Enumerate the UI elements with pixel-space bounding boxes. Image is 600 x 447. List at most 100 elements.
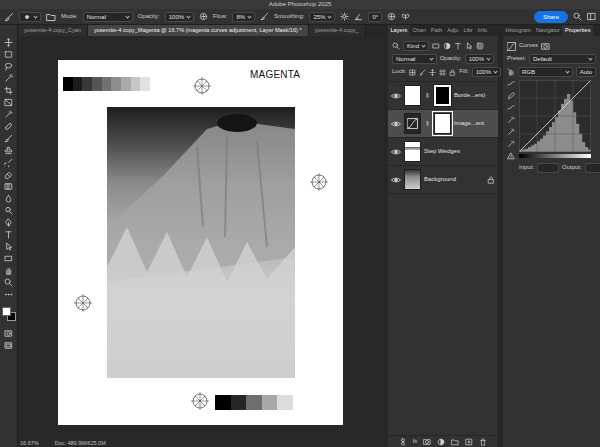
opacity-field[interactable]: 100% (165, 12, 194, 22)
visibility-eye-icon[interactable] (391, 91, 401, 101)
panel-tab[interactable]: Adju (445, 25, 461, 36)
path-select-icon[interactable] (4, 242, 13, 251)
crop-icon[interactable] (4, 86, 13, 95)
black-point-eyedropper-icon[interactable] (507, 116, 515, 124)
new-layer-icon[interactable] (465, 438, 473, 446)
layer-row[interactable]: Borde...ers) (388, 82, 498, 110)
document-tab[interactable]: yosemite-4 copy_ (309, 25, 366, 36)
brush-tool-icon[interactable] (4, 12, 14, 22)
preset-dropdown[interactable]: Default (529, 54, 596, 64)
stamp-icon[interactable] (4, 146, 13, 155)
clipping-warning-icon[interactable] (507, 152, 515, 160)
color-swatches[interactable] (1, 306, 17, 322)
filter-kind-dropdown[interactable]: Kind (403, 41, 429, 51)
auto-button[interactable]: Auto (576, 67, 596, 77)
smart-object-filter-icon[interactable] (476, 42, 484, 50)
gray-point-eyedropper-icon[interactable] (507, 128, 515, 136)
curves-graph[interactable] (519, 80, 591, 160)
pressure-opacity-icon[interactable] (199, 12, 208, 21)
target-adjust-icon[interactable] (507, 68, 515, 76)
adjustment-thumbnail[interactable] (404, 113, 421, 134)
smoothing-field[interactable]: 25% (309, 12, 335, 22)
smooth-icon[interactable] (507, 104, 515, 112)
quick-mask-icon[interactable] (4, 329, 13, 338)
panel-tab[interactable]: Chan (410, 25, 428, 36)
channel-dropdown[interactable]: RGB (518, 67, 573, 77)
visibility-eye-icon[interactable] (391, 175, 401, 185)
marquee-icon[interactable] (4, 50, 13, 59)
edit-points-icon[interactable] (507, 80, 515, 88)
more-tools-icon[interactable] (4, 290, 13, 299)
screen-mode-icon[interactable] (4, 341, 13, 350)
visibility-eye-icon[interactable] (391, 119, 401, 129)
layer-thumbnail[interactable] (404, 85, 421, 106)
angle-field[interactable]: 0° (368, 12, 382, 22)
add-mask-icon[interactable] (423, 438, 431, 446)
workspace-icon[interactable] (587, 12, 596, 21)
new-group-icon[interactable] (451, 438, 459, 446)
document-tab[interactable]: yosemite-4 copy_Cyan (18, 25, 88, 36)
layer-thumbnail[interactable] (404, 141, 421, 162)
eraser-icon[interactable] (4, 170, 13, 179)
eyedropper-icon[interactable] (4, 110, 13, 119)
healing-icon[interactable] (4, 122, 13, 131)
type-filter-icon[interactable] (454, 42, 462, 50)
lock-pixels-icon[interactable] (419, 69, 426, 76)
rectangle-icon[interactable] (4, 254, 13, 263)
frame-icon[interactable] (4, 98, 13, 107)
white-point-eyedropper-icon[interactable] (507, 140, 515, 148)
panel-tab[interactable]: Info (475, 25, 489, 36)
lock-all-icon[interactable] (449, 69, 456, 76)
lock-position-icon[interactable] (429, 69, 436, 76)
blend-mode-dropdown[interactable]: Normal (392, 54, 437, 64)
brush-settings-icon[interactable] (46, 12, 56, 22)
layer-name[interactable]: Step Wedges (424, 148, 460, 155)
link-layers-icon[interactable] (399, 438, 407, 446)
search-icon[interactable] (573, 12, 582, 21)
document-page[interactable]: MAGENTA (58, 60, 343, 425)
dodge-icon[interactable] (4, 206, 13, 215)
blur-icon[interactable] (4, 194, 13, 203)
panel-tab[interactable]: Layers (388, 25, 410, 36)
fill-field[interactable]: 100% (472, 67, 501, 77)
move-icon[interactable] (4, 38, 13, 47)
airbrush-icon[interactable] (260, 12, 269, 21)
layer-row[interactable]: Step Wedges (388, 138, 498, 166)
panel-tab[interactable]: Properties (562, 25, 593, 36)
link-icon[interactable] (425, 119, 430, 128)
mask-icon[interactable] (541, 42, 550, 51)
gear-icon[interactable] (340, 12, 349, 21)
mask-thumbnail[interactable] (434, 113, 451, 134)
trash-icon[interactable] (479, 438, 487, 446)
shape-filter-icon[interactable] (465, 42, 473, 50)
zoom-level[interactable]: 16.67% (20, 440, 39, 447)
hand-icon[interactable] (4, 266, 13, 275)
type-icon[interactable] (4, 230, 13, 239)
input-field[interactable] (537, 163, 559, 173)
flow-field[interactable]: 8% (232, 12, 255, 22)
pencil-icon[interactable] (507, 92, 515, 100)
history-brush-icon[interactable] (4, 158, 13, 167)
lock-artboard-icon[interactable] (439, 69, 446, 76)
output-field[interactable] (585, 163, 600, 173)
link-icon[interactable] (425, 91, 430, 100)
layer-name[interactable]: Image...ent (454, 120, 484, 127)
foreground-color-swatch[interactable] (2, 307, 11, 316)
canvas[interactable]: MAGENTA (18, 36, 383, 440)
layer-name[interactable]: Borde...ers) (454, 92, 485, 99)
pen-icon[interactable] (4, 218, 13, 227)
panel-tab[interactable]: Libr (461, 25, 475, 36)
visibility-eye-icon[interactable] (391, 147, 401, 157)
panel-tab[interactable]: Path (428, 25, 445, 36)
share-button[interactable]: Share (534, 11, 568, 23)
magic-wand-icon[interactable] (4, 74, 13, 83)
gradient-icon[interactable] (4, 182, 13, 191)
pressure-size-icon[interactable] (387, 12, 396, 21)
mask-thumbnail[interactable] (434, 85, 451, 106)
panel-tab[interactable]: Navigator (534, 25, 563, 36)
panel-tab[interactable]: Histogram (503, 25, 534, 36)
brush-preset-picker[interactable] (19, 12, 41, 22)
zoom-icon[interactable] (4, 278, 13, 287)
symmetry-icon[interactable] (401, 12, 410, 21)
document-tab[interactable]: yosemite-4 copy_Magenta @ 16.7% (magenta… (88, 25, 309, 36)
